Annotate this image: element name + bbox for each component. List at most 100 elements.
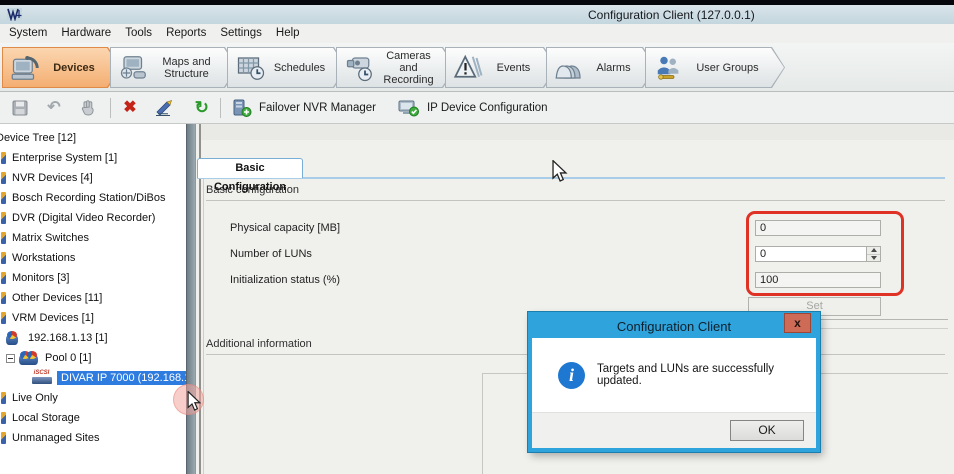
red-annotation-box [746,211,904,296]
live-only-icon [1,392,6,404]
ip-device-config-icon [398,98,420,118]
tab-schedules[interactable]: Schedules [227,47,347,88]
matrix-icon [1,232,6,244]
ip-device-config-label: IP Device Configuration [427,102,548,114]
tree-item-other-devices[interactable]: Other Devices [11] [0,288,186,308]
rename-button[interactable] [152,96,176,120]
maps-structure-icon [118,53,150,83]
tab-schedules-label: Schedules [267,62,346,74]
save-icon [11,99,29,117]
dialog-title-bar[interactable]: Configuration Client [532,316,816,338]
initialization-status-label: Initialization status (%) [230,274,340,286]
background-row-line [820,328,948,329]
tab-alarms-label: Alarms [586,62,655,74]
tab-maps-structure-label: Maps and Structure [150,56,237,80]
delete-button[interactable]: ✖ [118,96,142,120]
tree-item-dvr[interactable]: DVR (Digital Video Recorder) [0,208,186,228]
ribbon-tab-bar: Devices Maps and Structure [0,43,954,92]
tree-scrollbar[interactable] [186,124,196,474]
iscsi-device-icon: iSCSI [30,370,53,386]
dialog-footer: OK [532,412,816,448]
refresh-states-button[interactable]: ↻ ? [186,96,210,120]
tab-content-top-border [197,177,945,179]
background-row-line [820,319,948,320]
dvr-icon [1,212,6,224]
tree-item-bosch-recording-station[interactable]: Bosch Recording Station/DiBos [0,188,186,208]
menu-bar: System Hardware Tools Reports Settings H… [0,24,954,43]
tab-maps-structure[interactable]: Maps and Structure [110,47,238,88]
message-dialog: Configuration Client x i Targets and LUN… [528,312,820,452]
ok-button[interactable]: OK [730,420,804,441]
menu-help[interactable]: Help [269,24,307,43]
schedules-icon [235,53,267,83]
window-title: Configuration Client (127.0.0.1) [588,8,755,22]
failover-nvr-label: Failover NVR Manager [259,102,376,114]
number-of-luns-label: Number of LUNs [230,248,312,260]
tab-user-groups-label: User Groups [685,62,784,74]
events-icon [453,53,485,83]
devices-icon [10,53,42,83]
vrm-disk-icon [5,331,19,345]
recording-station-icon [1,192,6,204]
failover-nvr-icon [232,98,252,118]
section-basic-configuration: Basic configuration [206,184,945,201]
app-logo-icon [7,7,23,21]
tree-item-matrix-switches[interactable]: Matrix Switches [0,228,186,248]
menu-reports[interactable]: Reports [159,24,213,43]
tab-devices-label: Devices [42,62,120,74]
tree-item-workstations[interactable]: Workstations [0,248,186,268]
configuration-client-window: Configuration Client (127.0.0.1) System … [0,0,954,474]
tree-item-nvr-devices[interactable]: NVR Devices [4] [0,168,186,188]
menu-tools[interactable]: Tools [118,24,159,43]
tree-item-local-storage[interactable]: Local Storage [0,408,186,428]
tree-item-unmanaged-sites[interactable]: Unmanaged Sites [0,428,186,448]
monitor-icon [1,272,6,284]
tree-item-device-tree[interactable]: Device Tree [12] [0,128,186,148]
tab-events-label: Events [485,62,556,74]
toolbar-separator [220,98,221,118]
tab-devices[interactable]: Devices [2,47,121,88]
toolbar: ↶ ✖ ↻ ? [0,92,954,124]
failover-nvr-manager-button[interactable]: Failover NVR Manager [232,98,376,118]
save-button[interactable] [8,96,32,120]
tab-basic-configuration[interactable]: Basic Configuration [197,158,303,178]
other-devices-icon [1,292,6,304]
alarms-icon [554,53,586,83]
dialog-message: Targets and LUNs are successfully update… [597,363,816,387]
tab-events[interactable]: Events [445,47,557,88]
tab-cameras-recording[interactable]: Cameras and Recording [336,47,456,88]
tab-cameras-recording-label: Cameras and Recording [376,50,455,86]
title-bar[interactable]: Configuration Client (127.0.0.1) [0,5,954,24]
tree-item-pool-0[interactable]: Pool 0 [1] [0,348,186,368]
tree-item-vrm-devices[interactable]: VRM Devices [1] [0,308,186,328]
tab-user-groups[interactable]: User Groups [645,47,785,88]
delete-x-icon: ✖ [123,100,136,116]
device-tree-panel: Device Tree [12] Enterprise System [1] N… [0,124,186,474]
nvr-icon [1,172,6,184]
workstation-icon [1,252,6,264]
menu-hardware[interactable]: Hardware [54,24,118,43]
toolbar-separator [110,98,111,118]
dialog-body: i Targets and LUNs are successfully upda… [532,338,816,412]
tree-item-enterprise-system[interactable]: Enterprise System [1] [0,148,186,168]
pan-hand-button[interactable] [76,96,100,120]
physical-capacity-label: Physical capacity [MB] [230,222,340,234]
tab-alarms[interactable]: Alarms [546,47,656,88]
tree-item-monitors[interactable]: Monitors [3] [0,268,186,288]
tree-item-vrm-192-168-1-13[interactable]: 192.168.1.13 [1] [0,328,186,348]
tree-item-live-only[interactable]: Live Only [0,388,186,408]
local-storage-icon [1,412,6,424]
refresh-question-mark: ? [196,102,202,112]
hand-icon [79,99,97,117]
dialog-close-button[interactable]: x [784,313,811,333]
menu-settings[interactable]: Settings [213,24,269,43]
vrm-icon [1,312,6,324]
tree-item-divar-ip-7000[interactable]: iSCSIDIVAR IP 7000 (192.168.1.13) [0,368,186,388]
pool-disks-icon [18,351,39,365]
menu-system[interactable]: System [2,24,54,43]
undo-button[interactable]: ↶ [42,96,66,120]
cameras-recording-icon [344,53,376,83]
unmanaged-sites-icon [1,432,6,444]
ip-device-configuration-button[interactable]: IP Device Configuration [398,98,548,118]
collapse-expander[interactable] [6,354,15,363]
